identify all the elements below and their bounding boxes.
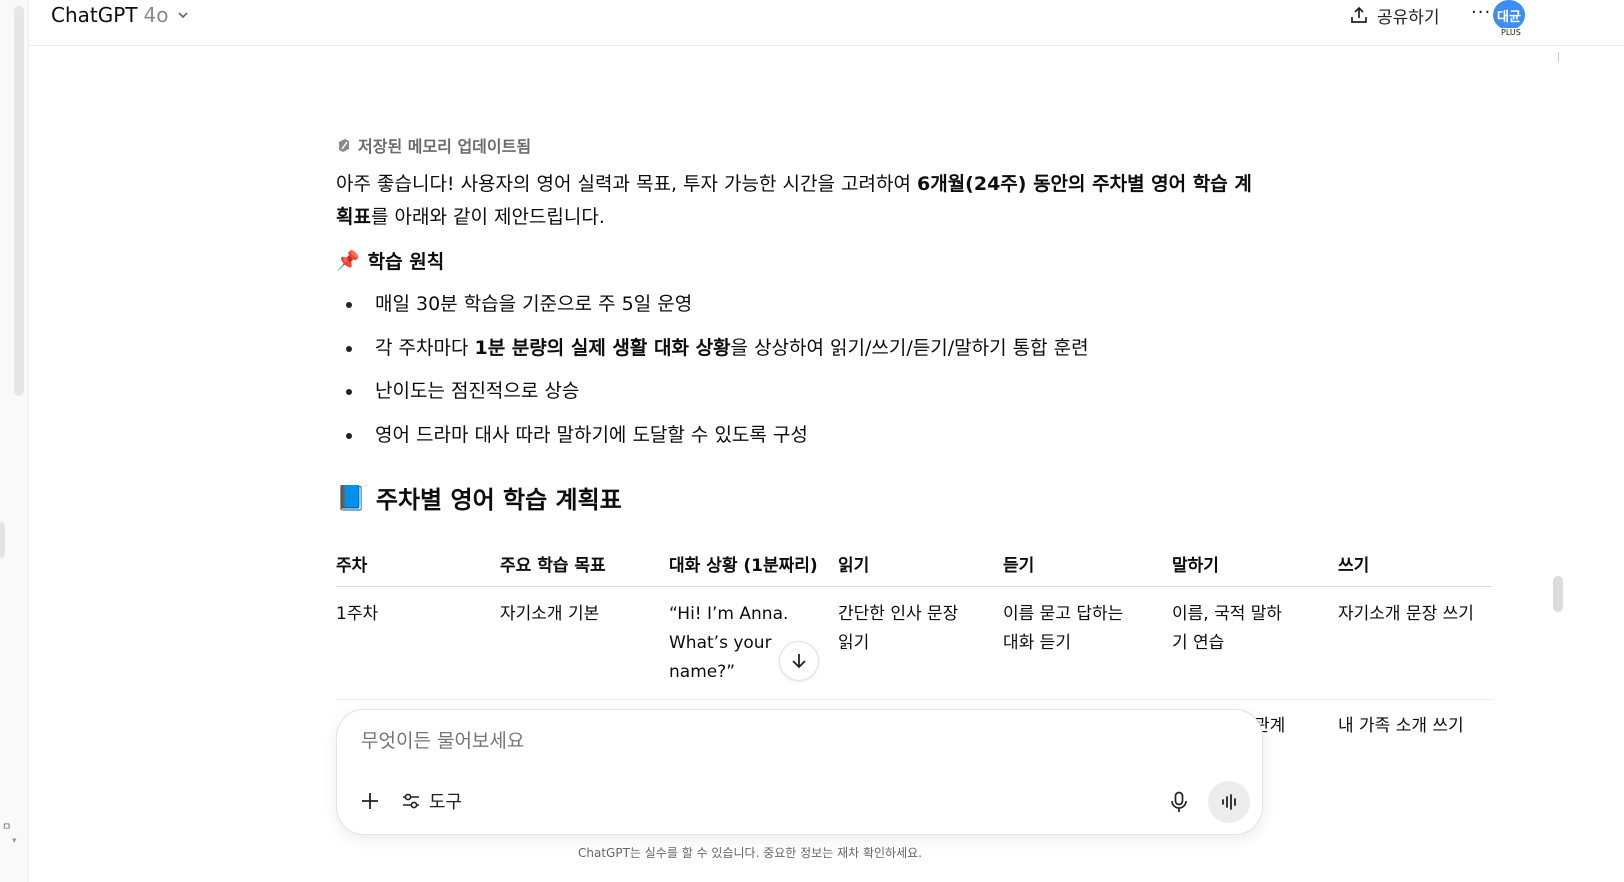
share-icon xyxy=(1351,6,1367,23)
table-cell: 자기소개 기본 xyxy=(500,604,600,624)
arrow-down-icon xyxy=(792,654,806,669)
memory-pencil-icon xyxy=(339,139,349,152)
book-icon: 📘 xyxy=(336,483,366,512)
principles-title: 학습 원칙 xyxy=(367,251,445,273)
intro-text: 아주 좋습니다! 사용자의 영어 실력과 목표, 투자 가능한 시간을 고려하여 xyxy=(336,173,917,195)
composer: 도구 xyxy=(336,709,1263,835)
sidebar-scrollbar[interactable] xyxy=(14,6,24,396)
tools-button[interactable]: 도구 xyxy=(401,788,462,814)
memory-notice-text: 저장된 메모리 업데이트됨 xyxy=(358,137,532,156)
plan-table-title: 주차별 영어 학습 계획표 xyxy=(375,486,622,514)
intro-paragraph: 아주 좋습니다! 사용자의 영어 실력과 목표, 투자 가능한 시간을 고려하여… xyxy=(336,168,1266,234)
bullet-text-end: 을 상상하여 읽기/쓰기/듣기/말하기 통합 훈련 xyxy=(730,336,1089,359)
microphone-icon xyxy=(1171,791,1187,812)
table-cell: 간단한 인사 문장 읽기 xyxy=(838,604,959,653)
list-item: 매일 30분 학습을 기준으로 주 5일 운영 xyxy=(336,286,1089,330)
more-options-button[interactable]: ··· xyxy=(1471,2,1491,23)
column-header: 주요 학습 목표 xyxy=(500,556,606,576)
model-selector[interactable]: ChatGPT 4o xyxy=(51,3,190,27)
column-header: 쓰기 xyxy=(1338,556,1370,576)
sidebar-bottom-glyph: ㅁ xyxy=(2,822,12,833)
table-cell: “Hi! I’m Anna. What’s your name?” xyxy=(669,604,789,682)
table-cell: 1주차 xyxy=(336,604,379,624)
table-cell: 내 가족 소개 쓰기 xyxy=(1338,716,1464,736)
plan-badge: PLUS xyxy=(1498,28,1524,37)
scroll-to-bottom-button[interactable] xyxy=(779,641,819,681)
prompt-input[interactable] xyxy=(361,730,1221,752)
add-attachment-button[interactable] xyxy=(357,788,383,814)
bullet-text: 매일 30분 학습을 기준으로 주 5일 운영 xyxy=(375,293,693,315)
main-scrollbar[interactable] xyxy=(1553,576,1563,612)
left-sidebar-rail: ㅁ ▾ xyxy=(0,0,29,882)
plan-table-heading: 📘 주차별 영어 학습 계획표 xyxy=(336,480,622,515)
list-item: 각 주차마다 1분 분량의 실제 생활 대화 상황을 상상하여 읽기/쓰기/듣기… xyxy=(336,330,1089,374)
top-header: ChatGPT 4o 공유하기 ··· xyxy=(29,0,1624,46)
column-header: 말하기 xyxy=(1172,556,1219,576)
principles-list: 매일 30분 학습을 기준으로 주 5일 운영 각 주차마다 1분 분량의 실제… xyxy=(336,286,1089,460)
dictate-button[interactable] xyxy=(1167,790,1191,814)
share-label: 공유하기 xyxy=(1377,7,1440,28)
sidebar-collapse-tab[interactable] xyxy=(0,522,5,558)
column-header: 주차 xyxy=(336,556,368,576)
model-version: 4o xyxy=(143,3,169,27)
table-cell: 자기소개 문장 쓰기 xyxy=(1338,604,1474,624)
principles-heading: 📌 학습 원칙 xyxy=(336,247,444,274)
memory-updated-notice[interactable]: 저장된 메모리 업데이트됨 xyxy=(336,133,531,157)
tools-label: 도구 xyxy=(429,792,463,813)
scroll-track-marker xyxy=(1558,52,1559,62)
table-header-row: 주차 주요 학습 목표 대화 상황 (1분짜리) 읽기 듣기 말하기 쓰기 xyxy=(336,534,1492,587)
bullet-text: 난이도는 점진적으로 상승 xyxy=(375,380,580,403)
list-item: 영어 드라마 대사 따라 말하기에 도달할 수 있도록 구성 xyxy=(336,417,1089,461)
bullet-text: 각 주차마다 xyxy=(375,336,475,359)
chevron-down-icon xyxy=(178,12,189,19)
column-header: 듣기 xyxy=(1003,556,1035,576)
pushpin-icon: 📌 xyxy=(336,250,360,272)
intro-text-end: 를 아래와 같이 제안드립니다. xyxy=(370,206,605,228)
table-row: 1주차 자기소개 기본 “Hi! I’m Anna. What’s your n… xyxy=(336,588,1492,700)
chevron-down-icon: ▾ xyxy=(12,836,17,846)
table-cell: 이름 묻고 답하는 대화 듣기 xyxy=(1003,604,1124,653)
list-item: 난이도는 점진적으로 상승 xyxy=(336,373,1089,417)
avatar[interactable]: 대균 xyxy=(1493,0,1525,30)
plus-icon xyxy=(362,793,378,809)
bullet-bold-text: 1분 분량의 실제 생활 대화 상황 xyxy=(474,336,731,359)
column-header: 읽기 xyxy=(838,556,870,576)
disclaimer-text: ChatGPT는 실수를 할 수 있습니다. 중요한 정보는 재차 확인하세요. xyxy=(578,846,922,860)
share-button[interactable]: 공유하기 xyxy=(1349,1,1440,29)
app-name: ChatGPT xyxy=(51,3,138,27)
sliders-icon xyxy=(403,793,419,809)
table-cell: 이름, 국적 말하기 연습 xyxy=(1172,604,1283,653)
bullet-text: 영어 드라마 대사 따라 말하기에 도달할 수 있도록 구성 xyxy=(375,423,808,446)
column-header: 대화 상황 (1분짜리) xyxy=(669,556,818,576)
voice-waveform-icon xyxy=(1222,794,1236,810)
voice-mode-button[interactable] xyxy=(1208,781,1250,823)
